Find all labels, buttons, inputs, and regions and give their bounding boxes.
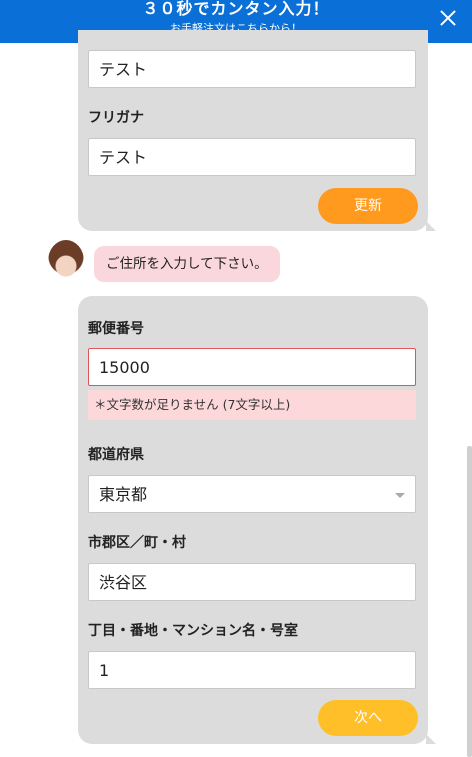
- postal-code-input[interactable]: 15000: [88, 348, 416, 386]
- header-title: ３０秒でカンタン入力！: [142, 0, 330, 18]
- postal-code-label: 郵便番号: [88, 321, 144, 337]
- street-address-input[interactable]: 1: [88, 651, 416, 689]
- close-icon[interactable]: [438, 8, 458, 28]
- prefecture-label: 都道府県: [88, 447, 144, 463]
- chevron-down-icon: [395, 493, 405, 498]
- name-input[interactable]: テスト: [88, 50, 416, 88]
- city-input[interactable]: 渋谷区: [88, 563, 416, 601]
- postal-code-error: ＊文字数が足りません (7文字以上): [88, 390, 416, 420]
- prefecture-value: 東京都: [99, 485, 148, 504]
- address-form: 郵便番号 15000 ＊文字数が足りません (7文字以上) 都道府県 東京都 市…: [78, 296, 436, 744]
- prefecture-select[interactable]: 東京都: [88, 475, 416, 513]
- next-button[interactable]: 次へ: [318, 700, 418, 736]
- operator-message: ご住所を入力して下さい。: [94, 246, 280, 282]
- operator-avatar: [48, 240, 84, 282]
- bubble-tail: [426, 221, 436, 231]
- name-form: テスト フリガナ テスト 更新: [78, 30, 436, 231]
- street-address-label: 丁目・番地・マンション名・号室: [88, 623, 298, 639]
- city-label: 市郡区／町・村: [88, 535, 186, 551]
- bubble-tail: [426, 734, 436, 744]
- update-button[interactable]: 更新: [318, 188, 418, 224]
- furigana-label: フリガナ: [88, 110, 144, 126]
- scrollbar[interactable]: [467, 446, 472, 757]
- furigana-input[interactable]: テスト: [88, 138, 416, 176]
